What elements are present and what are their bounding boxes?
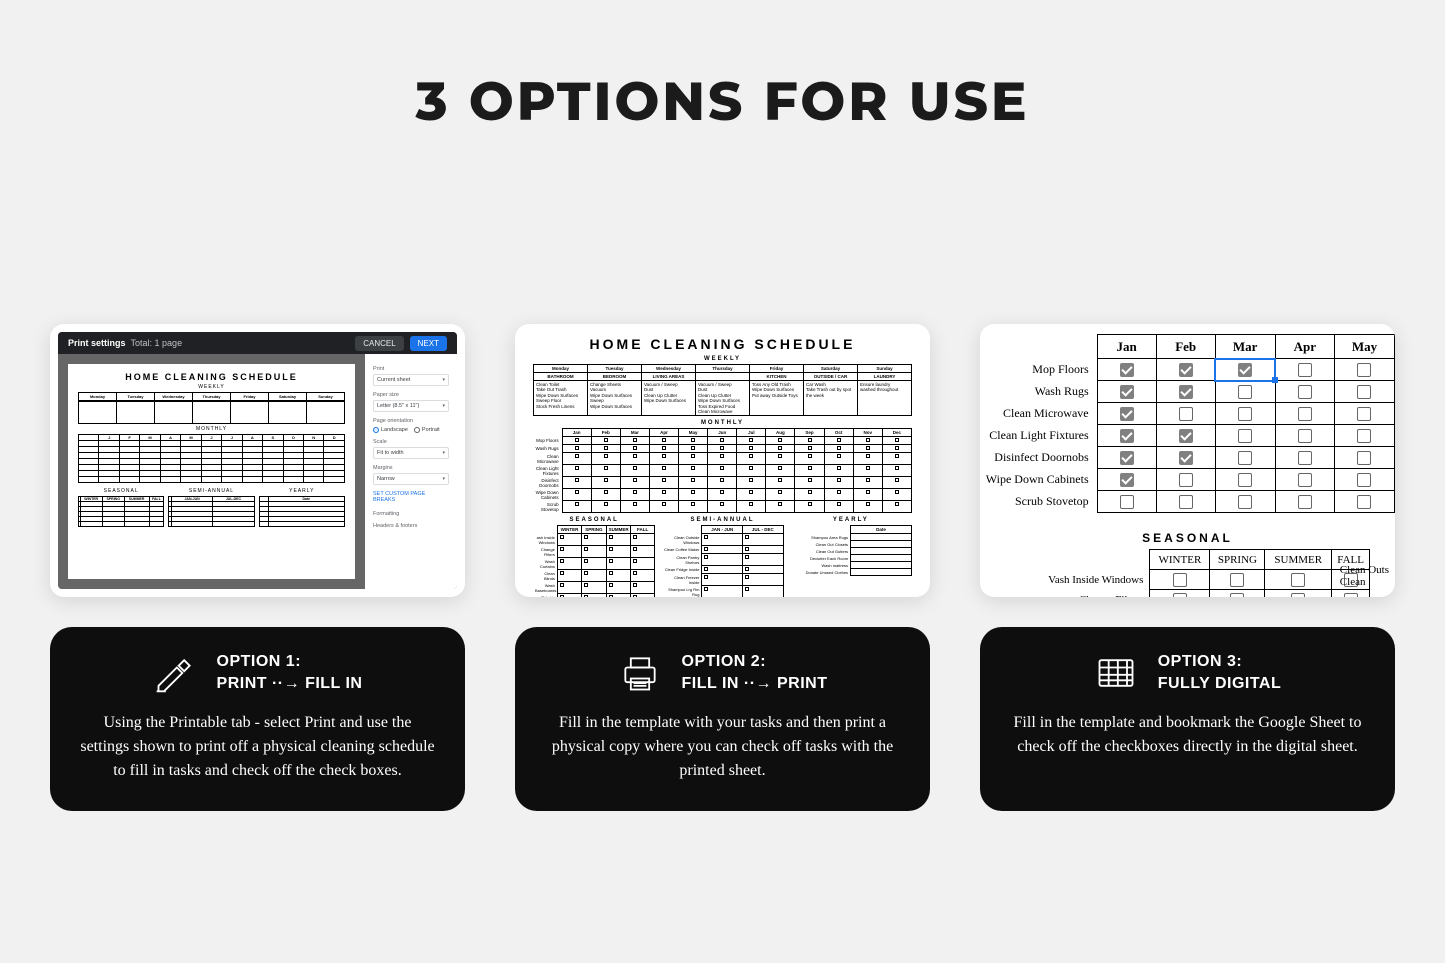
checkbox-cell[interactable] <box>1097 447 1156 469</box>
checkbox-cell[interactable] <box>1334 469 1394 491</box>
page-breaks-link[interactable]: SET CUSTOM PAGE BREAKS <box>373 491 449 503</box>
checkbox-cell[interactable] <box>1156 447 1215 469</box>
scale-select[interactable]: Fit to width <box>373 447 449 459</box>
checkbox-cell[interactable] <box>1156 403 1215 425</box>
checkbox-cell[interactable] <box>1275 359 1334 381</box>
checkbox-cell[interactable] <box>1334 381 1394 403</box>
checkbox-cell[interactable] <box>1156 491 1215 513</box>
checkbox-cell[interactable] <box>1156 359 1215 381</box>
checkbox-cell[interactable] <box>1156 425 1215 447</box>
checkbox-cell[interactable] <box>1097 491 1156 513</box>
checkbox-cell[interactable] <box>1215 447 1275 469</box>
margins-select[interactable]: Narrow <box>373 473 449 485</box>
checkbox-cell[interactable] <box>1275 425 1334 447</box>
landscape-radio[interactable]: Landscape <box>373 427 408 433</box>
card-digital-sheet: JanFebMarAprMayMop FloorsWash RugsClean … <box>980 324 1395 597</box>
checkbox-cell[interactable] <box>1215 381 1275 403</box>
checkbox-cell[interactable] <box>1215 403 1275 425</box>
checkbox-cell[interactable] <box>1334 491 1394 513</box>
checkbox-cell[interactable] <box>1275 469 1334 491</box>
option-1: OPTION 1:PRINT ··→ FILL IN Using the Pri… <box>50 627 465 811</box>
checkbox-cell[interactable] <box>1097 425 1156 447</box>
checkbox-cell[interactable] <box>1156 381 1215 403</box>
checkbox-cell[interactable] <box>1275 381 1334 403</box>
dialog-subtitle: Total: 1 page <box>131 338 183 348</box>
checkbox-cell[interactable] <box>1215 359 1275 381</box>
portrait-radio[interactable]: Portrait <box>414 427 440 433</box>
checkbox-cell[interactable] <box>1334 447 1394 469</box>
cards-row: Print settings Total: 1 page CANCEL NEXT… <box>0 324 1445 597</box>
next-button[interactable]: NEXT <box>410 336 447 351</box>
card-filled-sheet: HOME CLEANING SCHEDULE WEEKLY MondayTues… <box>515 324 930 597</box>
dialog-title: Print settings <box>68 338 126 348</box>
checkbox-cell[interactable] <box>1275 491 1334 513</box>
checkbox-cell[interactable] <box>1156 469 1215 491</box>
printer-icon <box>618 651 662 695</box>
print-settings-panel: Print Current sheet Paper size Letter (8… <box>365 354 457 589</box>
write-icon <box>153 651 197 695</box>
paper-select[interactable]: Letter (8.5" x 11") <box>373 400 449 412</box>
print-select[interactable]: Current sheet <box>373 374 449 386</box>
checkbox-cell[interactable] <box>1215 469 1275 491</box>
option-3: OPTION 3:FULLY DIGITAL Fill in the templ… <box>980 627 1395 811</box>
checkbox-cell[interactable] <box>1215 425 1275 447</box>
checkbox-cell[interactable] <box>1097 403 1156 425</box>
checkbox-cell[interactable] <box>1215 491 1275 513</box>
checkbox-cell[interactable] <box>1275 403 1334 425</box>
cancel-button[interactable]: CANCEL <box>355 336 403 351</box>
desc-row: OPTION 1:PRINT ··→ FILL IN Using the Pri… <box>0 627 1445 811</box>
checkbox-cell[interactable] <box>1097 359 1156 381</box>
card-print-settings: Print settings Total: 1 page CANCEL NEXT… <box>50 324 465 597</box>
checkbox-cell[interactable] <box>1275 447 1334 469</box>
checkbox-cell[interactable] <box>1334 403 1394 425</box>
page-title: 3 OPTIONS FOR USE <box>0 0 1445 134</box>
option-2: OPTION 2:FILL IN ··→ PRINT Fill in the t… <box>515 627 930 811</box>
checkbox-cell[interactable] <box>1097 381 1156 403</box>
checkbox-cell[interactable] <box>1334 425 1394 447</box>
print-preview-page: HOME CLEANING SCHEDULE WEEKLY MondayTues… <box>68 364 355 579</box>
checkbox-cell[interactable] <box>1097 469 1156 491</box>
checkbox-cell[interactable] <box>1334 359 1394 381</box>
spreadsheet-icon <box>1094 651 1138 695</box>
